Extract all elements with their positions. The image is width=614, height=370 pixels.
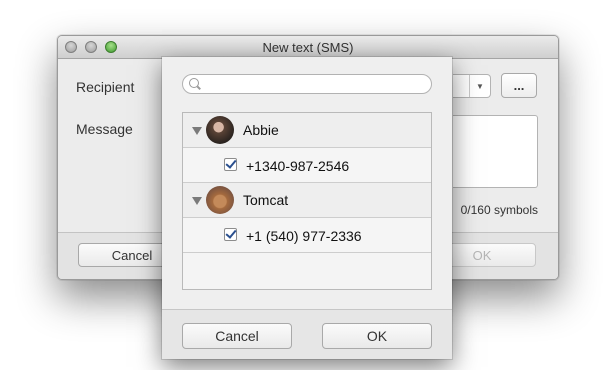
symbol-counter: 0/160 symbols <box>460 203 538 217</box>
contact-name: Abbie <box>243 122 279 138</box>
phone-number: +1340-987-2546 <box>246 158 350 174</box>
disclosure-triangle-icon[interactable] <box>192 197 202 205</box>
contact-tree: Abbie +1340-987-2546 Tomcat +1 (540) 977… <box>182 112 432 290</box>
recipient-label: Recipient <box>76 79 135 95</box>
phone-checkbox[interactable] <box>224 158 237 171</box>
more-contacts-button[interactable]: ... <box>501 73 537 98</box>
message-label: Message <box>76 121 133 137</box>
search-field[interactable] <box>182 74 432 94</box>
avatar <box>206 116 234 144</box>
contact-picker-popup: Abbie +1340-987-2546 Tomcat +1 (540) 977… <box>162 57 452 359</box>
phone-row[interactable]: +1 (540) 977-2336 <box>183 218 431 253</box>
contact-name: Tomcat <box>243 192 289 208</box>
popup-ok-button[interactable]: OK <box>322 323 432 349</box>
contact-row[interactable]: Abbie <box>183 113 431 148</box>
phone-number: +1 (540) 977-2336 <box>246 228 362 244</box>
dropdown-arrow-icon[interactable]: ▼ <box>469 75 490 97</box>
phone-row[interactable]: +1340-987-2546 <box>183 148 431 183</box>
popup-cancel-button[interactable]: Cancel <box>182 323 292 349</box>
avatar <box>206 186 234 214</box>
contact-row[interactable]: Tomcat <box>183 183 431 218</box>
search-icon <box>189 78 199 88</box>
message-textarea[interactable] <box>453 115 538 188</box>
phone-checkbox[interactable] <box>224 228 237 241</box>
search-input[interactable] <box>203 76 423 92</box>
title-bar: New text (SMS) <box>58 36 558 59</box>
disclosure-triangle-icon[interactable] <box>192 127 202 135</box>
window-title: New text (SMS) <box>262 40 354 55</box>
recipient-combobox[interactable]: ▼ <box>453 74 491 98</box>
popup-footer: Cancel OK <box>162 309 452 359</box>
